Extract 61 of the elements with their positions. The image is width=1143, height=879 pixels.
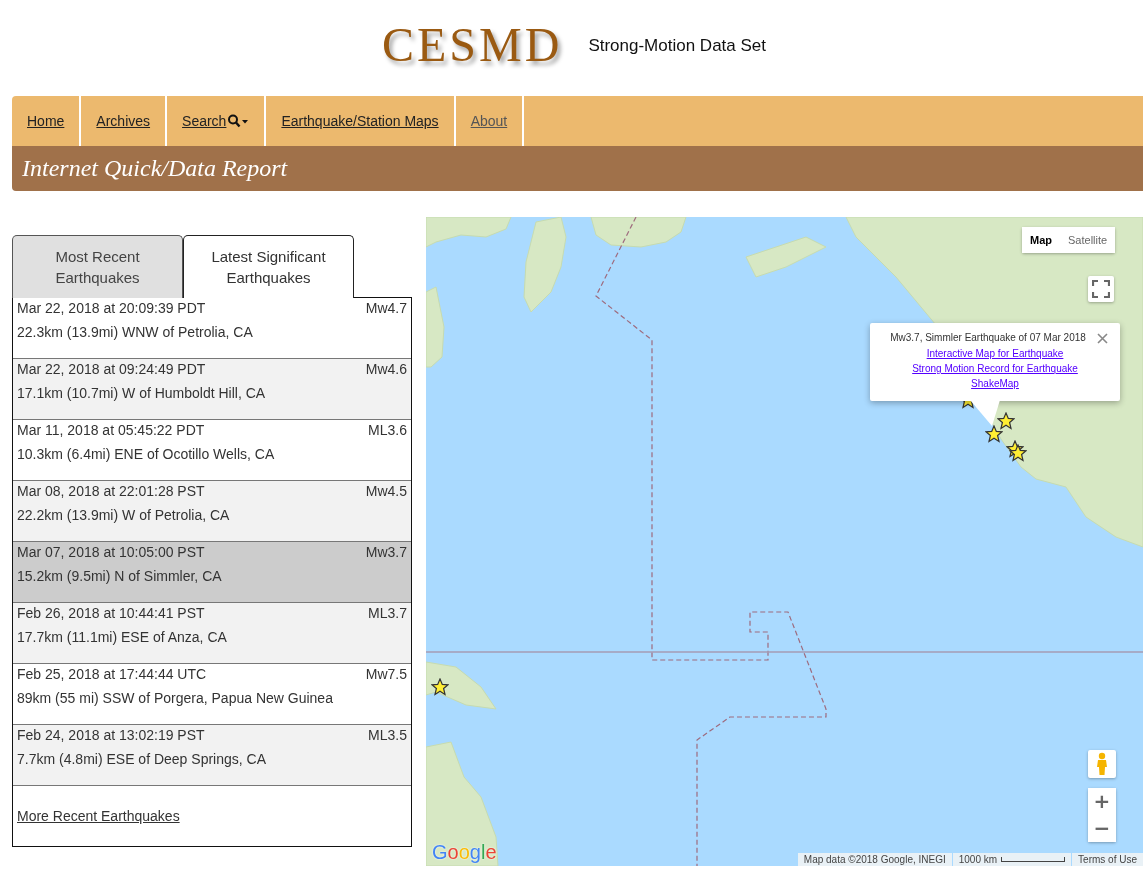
tab[interactable]: Most Recent Earthquakes [12, 235, 183, 298]
close-icon[interactable] [1097, 333, 1108, 344]
earthquake-row[interactable]: Feb 24, 2018 at 13:02:19 PST ML3.5 7.7km (4.8mi) ESE of Deep Springs, CA [13, 725, 411, 786]
popup-link[interactable]: Strong Motion Record for Earthquake [912, 361, 1078, 376]
event-magnitude: Mw7.5 [365, 666, 407, 682]
earthquake-row[interactable]: Feb 26, 2018 at 10:44:41 PST ML3.7 17.7km (11.1mi) ESE of Anza, CA [13, 603, 411, 664]
nav-link[interactable]: Archives [96, 113, 151, 129]
event-magnitude: Mw4.5 [365, 483, 407, 499]
star-marker-icon[interactable] [1009, 444, 1027, 462]
event-location: 10.3km (6.4mi) ENE of Ocotillo Wells, CA [17, 446, 276, 462]
pegman-icon [1095, 752, 1109, 776]
event-time: Feb 25, 2018 at 17:44:44 UTC [17, 666, 207, 682]
nav-link[interactable]: About [470, 113, 508, 129]
event-location: 22.3km (13.9mi) WNW of Petrolia, CA [17, 324, 254, 340]
event-time: Mar 22, 2018 at 20:09:39 PDT [17, 300, 206, 316]
event-magnitude: Mw3.7 [365, 544, 407, 560]
terms-link[interactable]: Terms of Use [1072, 853, 1143, 866]
event-time: Mar 11, 2018 at 05:45:22 PDT [17, 422, 205, 438]
earthquake-row[interactable]: Mar 07, 2018 at 10:05:00 PST Mw3.7 15.2km (9.5mi) N of Simmler, CA [13, 542, 411, 603]
nav-link[interactable]: Earthquake/Station Maps [281, 113, 439, 129]
search-icon [227, 114, 250, 128]
event-magnitude: Mw4.6 [365, 361, 407, 377]
popup-link[interactable]: ShakeMap [971, 376, 1019, 391]
map-type-button[interactable]: Map [1022, 227, 1060, 253]
site-tagline: Strong-Motion Data Set [588, 36, 767, 56]
star-marker-icon[interactable] [997, 412, 1015, 430]
popup-link[interactable]: Interactive Map for Earthquake [926, 346, 1064, 361]
event-time: Mar 08, 2018 at 22:01:28 PST [17, 483, 205, 499]
more-link[interactable]: More Recent Earthquakes [17, 808, 180, 824]
earthquake-row[interactable]: Mar 08, 2018 at 22:01:28 PST Mw4.5 22.2km (13.9mi) W of Petrolia, CA [13, 481, 411, 542]
event-location: 17.7km (11.1mi) ESE of Anza, CA [17, 629, 228, 645]
nav-link[interactable]: Home [27, 113, 65, 129]
event-time: Feb 24, 2018 at 13:02:19 PST [17, 727, 205, 743]
event-magnitude: Mw4.7 [365, 300, 407, 316]
zoom-in-button[interactable]: + [1088, 788, 1116, 815]
star-marker-icon[interactable] [985, 425, 1003, 443]
star-marker-icon[interactable] [431, 678, 449, 696]
event-time: Mar 07, 2018 at 10:05:00 PST [17, 544, 205, 560]
page-title: Internet Quick/Data Report [22, 155, 288, 182]
event-location: 7.7km (4.8mi) ESE of Deep Springs, CA [17, 751, 267, 767]
event-location: 22.2km (13.9mi) W of Petrolia, CA [17, 507, 231, 523]
fullscreen-icon [1092, 280, 1110, 298]
map-type-button[interactable]: Satellite [1060, 227, 1116, 253]
event-time: Feb 26, 2018 at 10:44:41 PST [17, 605, 205, 621]
event-time: Mar 22, 2018 at 09:24:49 PDT [17, 361, 206, 377]
popup-title: Mw3.7, Simmler Earthquake of 07 Mar 2018 [890, 332, 1086, 343]
nav-dropdown[interactable]: Search [182, 113, 250, 129]
map-attribution: Map data ©2018 Google, INEGI [797, 853, 952, 866]
event-location: 15.2km (9.5mi) N of Simmler, CA [17, 568, 223, 584]
zoom-out-button[interactable]: − [1088, 815, 1116, 842]
event-magnitude: ML3.6 [368, 422, 407, 438]
tab[interactable]: Latest Significant Earthquakes [183, 235, 354, 298]
site-logo: CESMD [382, 16, 563, 72]
event-location: 89km (55 mi) SSW of Porgera, Papua New Guinea [17, 690, 334, 706]
map-scale: 1000 km [952, 853, 1072, 866]
event-magnitude: ML3.7 [368, 605, 407, 621]
earthquake-row[interactable]: Mar 22, 2018 at 09:24:49 PDT Mw4.6 17.1km (10.7mi) W of Humboldt Hill, CA [13, 359, 411, 420]
map-logo: Google [432, 841, 497, 864]
event-magnitude: ML3.5 [368, 727, 407, 743]
fullscreen-button[interactable] [1088, 276, 1114, 302]
event-location: 17.1km (10.7mi) W of Humboldt Hill, CA [17, 385, 267, 401]
